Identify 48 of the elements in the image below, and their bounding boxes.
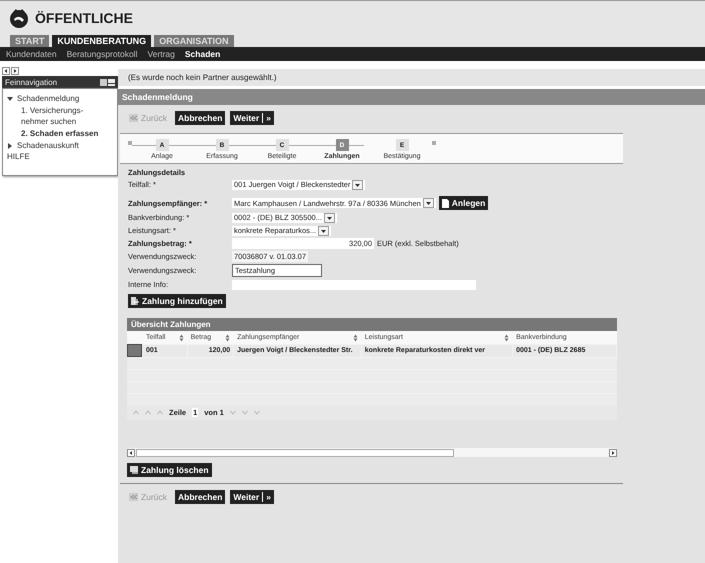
next-button[interactable]: Weiter »	[230, 111, 274, 125]
minimize-icon[interactable]	[108, 78, 115, 86]
right-arrow-icon[interactable]	[11, 67, 19, 75]
delete-payment-button[interactable]: Zahlung löschen	[127, 463, 212, 477]
subnav-link[interactable]: Beratungsprotokoll	[66, 49, 138, 59]
right-arrow-icon[interactable]	[609, 448, 617, 456]
delete-icon	[130, 466, 138, 474]
subnav-link[interactable]: Kundendaten	[6, 49, 57, 59]
create-button[interactable]: Anlegen	[438, 196, 488, 210]
window-icon[interactable]	[100, 78, 107, 86]
sidebar-item[interactable]: Schadenauskunft	[17, 141, 79, 150]
add-payment-button[interactable]: Zahlung hinzufügen	[128, 294, 226, 308]
scrollbar-track[interactable]	[127, 448, 617, 457]
expanded-icon[interactable]	[7, 96, 13, 102]
sidebar-item[interactable]: Schadenmeldung	[17, 94, 80, 103]
scroll-thumb[interactable]	[136, 448, 454, 456]
logo-icon	[8, 8, 30, 28]
next-button[interactable]: Weiter »	[230, 490, 274, 504]
back-icon	[129, 493, 138, 501]
dropdown-icon[interactable]	[422, 198, 434, 208]
document-icon	[442, 198, 449, 208]
sidebar-title: Feinnavigation	[5, 78, 58, 86]
cancel-button[interactable]: Abbrechen	[174, 490, 226, 504]
dropdown-icon[interactable]	[352, 180, 364, 190]
dropdown-icon[interactable]	[318, 226, 330, 236]
sort-icon[interactable]	[352, 334, 358, 342]
sort-icon[interactable]	[225, 334, 230, 342]
info-field[interactable]	[232, 280, 476, 290]
left-arrow-icon[interactable]	[2, 67, 10, 75]
back-icon	[129, 114, 138, 122]
logo-text: ÖFFENTLICHE	[35, 10, 133, 26]
subnav-link[interactable]: Schaden	[184, 49, 220, 59]
sidebar-item[interactable]: 1. Versicherungs-nehmer suchen	[7, 105, 101, 127]
panel-title: Schadenmeldung	[118, 89, 705, 105]
collapsed-icon[interactable]	[7, 142, 13, 148]
sort-icon[interactable]	[178, 334, 184, 342]
row-selector[interactable]	[127, 344, 142, 357]
sidebar-item[interactable]: HILFE	[7, 152, 30, 161]
table-title: Übersicht Zahlungen	[127, 318, 617, 331]
sort-icon[interactable]	[504, 334, 510, 342]
left-arrow-icon[interactable]	[127, 448, 135, 456]
cancel-button[interactable]: Abbrechen	[174, 111, 226, 125]
sidebar-item[interactable]: 2. Schaden erfassen	[7, 128, 101, 139]
dropdown-icon[interactable]	[324, 212, 335, 222]
add-icon	[131, 297, 139, 305]
subnav-link[interactable]: Vertrag	[147, 49, 175, 59]
nav-tab[interactable]: KUNDENBERATUNG	[52, 35, 152, 47]
info-message: (Es wurde noch kein Partner ausgewählt.)	[118, 69, 705, 86]
